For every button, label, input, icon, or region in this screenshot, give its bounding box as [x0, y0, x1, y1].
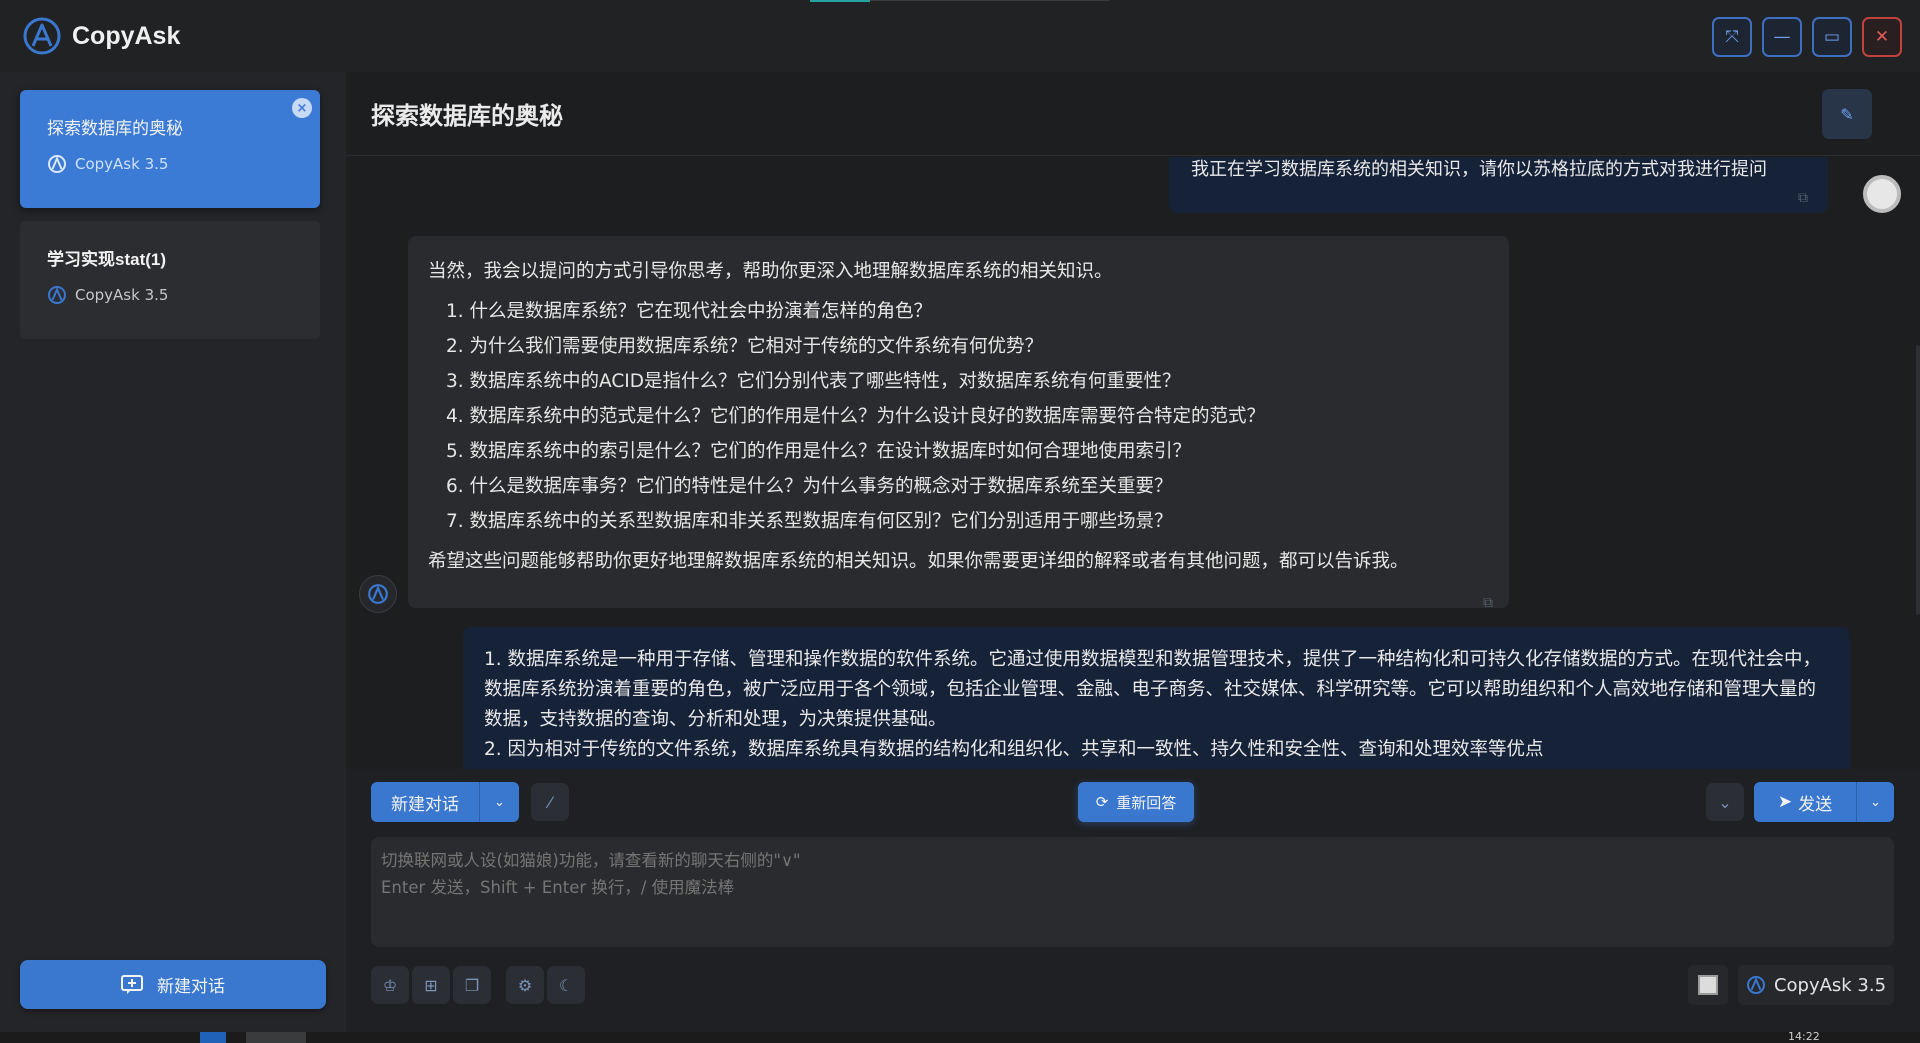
- chat-icon: ❐: [464, 975, 480, 995]
- maximize-button[interactable]: ▭: [1812, 17, 1852, 57]
- chat-panel: 探索数据库的奥秘 ✎ 我正在学习数据库系统的相关知识，请你以苏格拉底的方式对我进…: [346, 72, 1920, 1032]
- copyask-logo-icon: [368, 584, 388, 604]
- model-label: CopyAsk 3.5: [1773, 974, 1887, 996]
- assistant-outro: 希望这些问题能够帮助你更好地理解数据库系统的相关知识。如果你需要更详细的解释或者…: [428, 551, 1409, 572]
- taskbar-time: 14:22: [1788, 1030, 1820, 1043]
- maximize-icon: ▭: [1823, 27, 1841, 47]
- close-icon: ✕: [1874, 27, 1890, 47]
- conversation-close-button[interactable]: ×: [292, 98, 312, 118]
- app-name: CopyAsk: [72, 21, 181, 50]
- top-line: [870, 0, 1110, 1]
- gift-button[interactable]: ⊞: [412, 966, 450, 1004]
- assistant-avatar: [359, 575, 397, 613]
- taskbar-app[interactable]: [200, 1032, 226, 1043]
- chevron-down-icon: ⌄: [1870, 794, 1881, 810]
- user-profile-button[interactable]: [1688, 965, 1728, 1005]
- double-chevron-down-icon: ⌄: [1718, 792, 1732, 812]
- pin-button[interactable]: ⤧: [1712, 17, 1752, 57]
- moon-icon: ☾: [558, 975, 574, 995]
- regenerate-label: 重新回答: [1116, 793, 1177, 812]
- minimize-icon: —: [1773, 27, 1791, 47]
- send-label-wrap: ➤ 发送: [1754, 782, 1856, 822]
- user-message-text: 2. 因为相对于传统的文件系统，数据库系统具有数据的结构化和组织化、共享和一致性…: [484, 739, 1544, 760]
- chat-header: 探索数据库的奥秘 ✎: [346, 72, 1920, 156]
- chevron-down-icon: ⌄: [494, 794, 505, 810]
- copy-icon[interactable]: ⧉: [1483, 586, 1499, 611]
- send-label: 发送: [1798, 794, 1833, 815]
- conversation-item-active[interactable]: 探索数据库的奥秘 CopyAsk 3.5 ×: [20, 90, 320, 208]
- conversation-model-label: CopyAsk 3.5: [75, 155, 169, 173]
- edit-title-button[interactable]: ✎: [1822, 89, 1872, 139]
- list-item: 6. 什么是数据库事务？它们的特性是什么？为什么事务的概念对于数据库系统至关重要…: [446, 476, 1173, 497]
- message-input[interactable]: [371, 837, 1894, 947]
- chat-title: 探索数据库的奥秘: [371, 103, 563, 130]
- scrollbar[interactable]: [1916, 345, 1920, 615]
- gift-icon: ⊞: [424, 975, 438, 995]
- top-accent-line: [810, 0, 870, 2]
- send-icon: ➤: [1777, 792, 1793, 812]
- gear-icon: ⚙: [517, 975, 533, 995]
- conversation-title: 学习实现stat(1): [47, 250, 167, 269]
- scroll-bottom-button[interactable]: ⌄: [1706, 783, 1744, 821]
- copyask-logo-icon: [48, 155, 66, 173]
- taskbar-app-active[interactable]: [246, 1032, 306, 1043]
- regenerate-button[interactable]: ⟳ 重新回答: [1078, 782, 1194, 822]
- theme-button[interactable]: ☾: [547, 966, 585, 1004]
- list-item: 3. 数据库系统中的ACID是指什么？它们分别代表了哪些特性，对数据库系统有何重…: [446, 371, 1181, 392]
- conversation-model-label: CopyAsk 3.5: [75, 286, 169, 304]
- settings-button[interactable]: ⚙: [506, 966, 544, 1004]
- model-selector[interactable]: CopyAsk 3.5: [1738, 965, 1894, 1005]
- edit-icon: ✎: [1840, 104, 1854, 124]
- user-icon: [1698, 975, 1718, 995]
- list-item: 2. 为什么我们需要使用数据库系统？它相对于传统的文件系统有何优势？: [446, 336, 1044, 357]
- input-toolbar: 新建对话 ⌄ ⁄ ⟳ 重新回答 ⌄ ➤ 发送 ⌄ ♔ ⊞ ❐ ⚙ ☾: [346, 769, 1920, 1032]
- user-message: 1. 数据库系统是一种用于存储、管理和操作数据的软件系统。它通过使用数据模型和数…: [463, 627, 1850, 769]
- new-chat-button[interactable]: 新建对话 ⌄: [371, 782, 519, 822]
- pin-icon: ⤧: [1725, 27, 1739, 47]
- copy-icon[interactable]: ⧉: [1798, 185, 1814, 206]
- copyask-logo-icon: [48, 286, 66, 304]
- list-item: 1. 什么是数据库系统？它在现代社会中扮演着怎样的角色？: [446, 301, 933, 322]
- window-controls: ⤧ — ▭ ✕: [1712, 17, 1902, 57]
- user-message: 我正在学习数据库系统的相关知识，请你以苏格拉底的方式对我进行提问 ⧉: [1169, 157, 1828, 213]
- user-avatar: [1863, 175, 1901, 213]
- conversation-model: CopyAsk 3.5: [47, 154, 320, 174]
- chat-button[interactable]: ❐: [453, 966, 491, 1004]
- list-item: 7. 数据库系统中的关系型数据库和非关系型数据库有何区别？它们分别适用于哪些场景…: [446, 511, 1173, 532]
- list-item: 4. 数据库系统中的范式是什么？它们的作用是什么？为什么设计良好的数据库需要符合…: [446, 406, 1266, 427]
- send-button[interactable]: ➤ 发送 ⌄: [1754, 782, 1894, 822]
- close-button[interactable]: ✕: [1862, 17, 1902, 57]
- assistant-message: 当然，我会以提问的方式引导你思考，帮助你更深入地理解数据库系统的相关知识。 1.…: [408, 236, 1509, 611]
- refresh-icon: ⟳: [1095, 793, 1109, 811]
- add-chat-icon: [121, 974, 143, 994]
- minimize-button[interactable]: —: [1762, 17, 1802, 57]
- user-message-text: 1. 数据库系统是一种用于存储、管理和操作数据的软件系统。它通过使用数据模型和数…: [484, 649, 1822, 730]
- new-chat-label: 新建对话: [391, 794, 459, 815]
- copyask-logo-icon: [1746, 976, 1765, 994]
- sidebar: 探索数据库的奥秘 CopyAsk 3.5 × 学习实现stat(1) CopyA…: [0, 72, 346, 1032]
- assistant-question-list: 1. 什么是数据库系统？它在现代社会中扮演着怎样的角色？ 2. 为什么我们需要使…: [428, 294, 1489, 539]
- crown-button[interactable]: ♔: [371, 966, 409, 1004]
- brand: CopyAsk: [22, 16, 180, 56]
- conversation-model: CopyAsk 3.5: [47, 285, 320, 305]
- magic-wand-button[interactable]: ⁄: [531, 783, 569, 821]
- copyask-logo-icon: [23, 17, 61, 55]
- message-list[interactable]: 我正在学习数据库系统的相关知识，请你以苏格拉底的方式对我进行提问 ⧉ 当然，我会…: [346, 157, 1920, 769]
- new-conversation-label: 新建对话: [157, 977, 225, 997]
- new-chat-dropdown[interactable]: ⌄: [479, 782, 519, 822]
- send-dropdown[interactable]: ⌄: [1856, 782, 1894, 822]
- assistant-intro: 当然，我会以提问的方式引导你思考，帮助你更深入地理解数据库系统的相关知识。: [428, 261, 1113, 282]
- list-item: 5. 数据库系统中的索引是什么？它们的作用是什么？在设计数据库时如何合理地使用索…: [446, 441, 1192, 462]
- user-message-text: 我正在学习数据库系统的相关知识，请你以苏格拉底的方式对我进行提问: [1191, 159, 1767, 180]
- title-bar: CopyAsk ⤧ — ▭ ✕: [0, 0, 1920, 72]
- conversation-item[interactable]: 学习实现stat(1) CopyAsk 3.5: [20, 221, 320, 339]
- magic-wand-icon: ⁄: [548, 792, 552, 812]
- close-icon: ×: [296, 100, 308, 116]
- new-conversation-button[interactable]: 新建对话: [20, 960, 326, 1009]
- crown-icon: ♔: [382, 975, 398, 995]
- conversation-title: 探索数据库的奥秘: [47, 119, 183, 138]
